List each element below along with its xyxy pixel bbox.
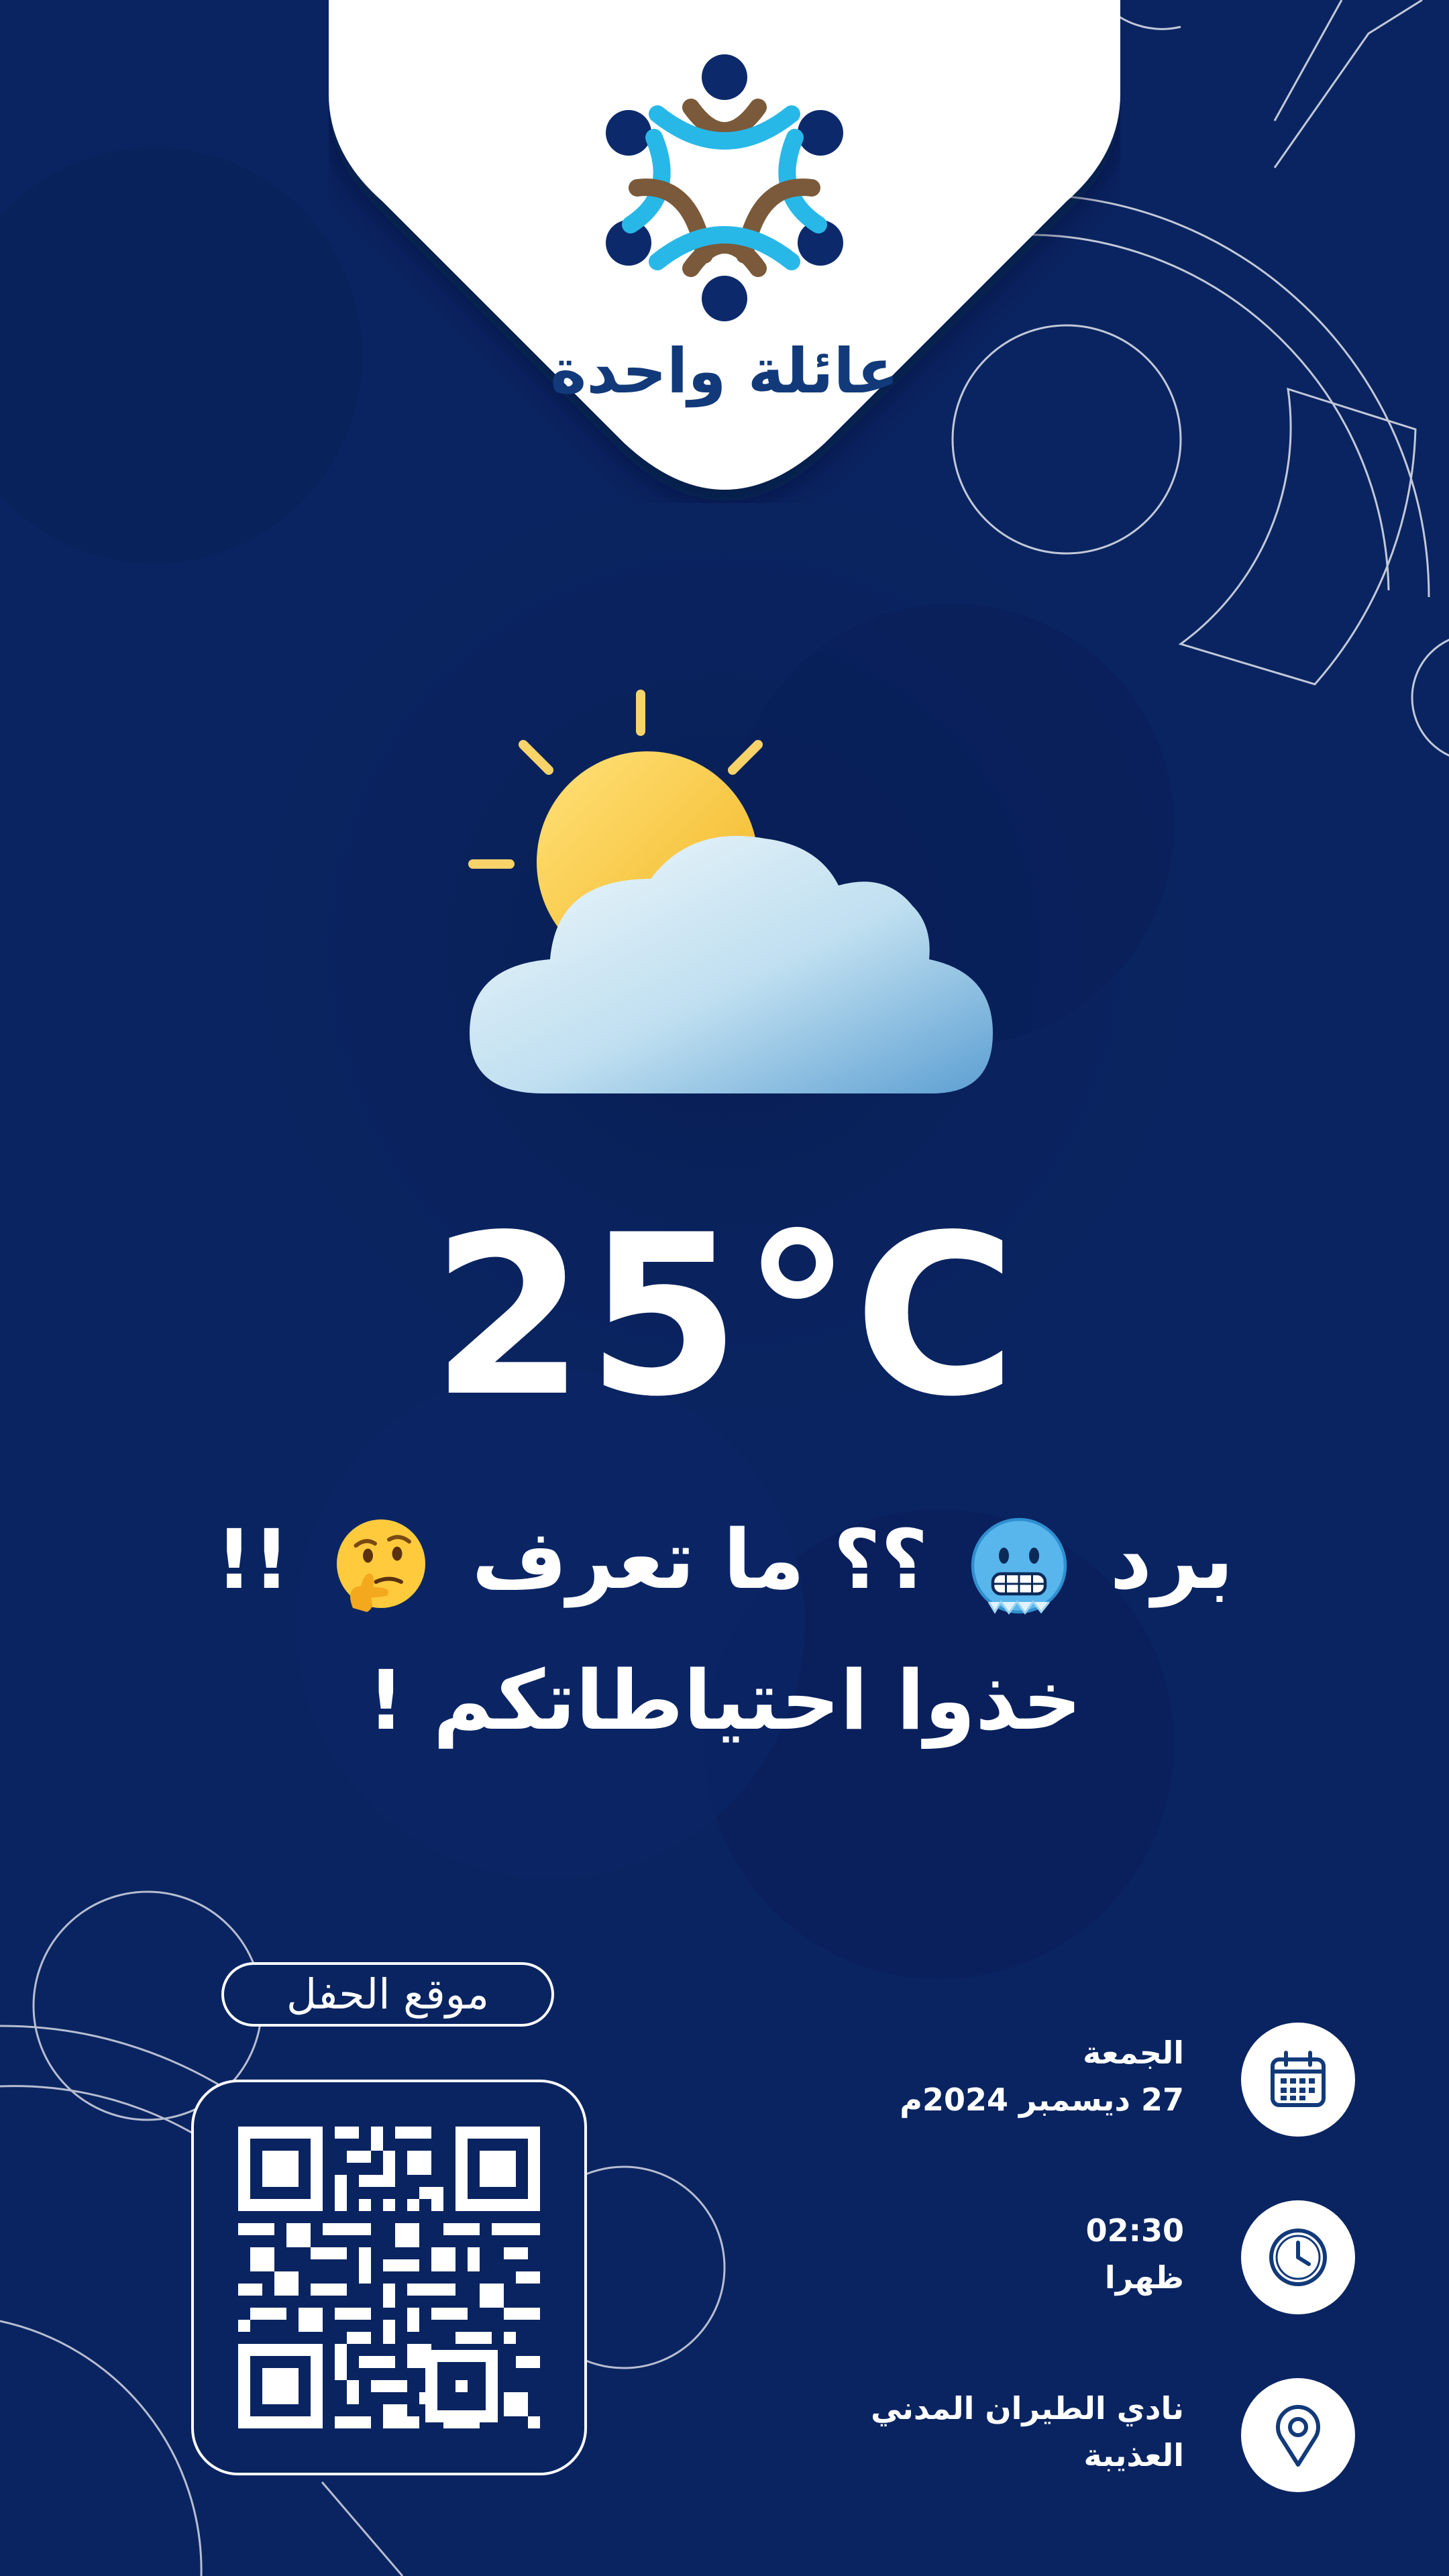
venue-icon-circle <box>1241 2378 1355 2492</box>
venue-row: نادي الطيران المدني العذيبة <box>845 2378 1355 2499</box>
time-text: 02:30 ظهرا <box>835 2207 1184 2301</box>
time-period: ظهرا <box>1104 2259 1184 2296</box>
message-question: ؟؟ ما تعرف <box>472 1512 928 1607</box>
venue-text: نادي الطيران المدني العذيبة <box>835 2385 1184 2479</box>
freezing-face-emoji <box>971 1517 1067 1615</box>
message-word-cold: برد <box>1110 1512 1234 1607</box>
time-icon-circle <box>1241 2200 1355 2314</box>
location-qr-code[interactable] <box>238 2127 540 2428</box>
venue-area: العذيبة <box>1083 2437 1184 2473</box>
sun-behind-cloud-icon <box>468 690 993 1093</box>
event-location-label: موقع الحفل <box>221 1962 554 2027</box>
thinking-face-emoji <box>336 1519 425 1612</box>
date-full: 27 ديسمبر 2024م <box>900 2082 1184 2118</box>
message-line-2: خذوا احتياطاتكم ! <box>367 1653 1082 1748</box>
temperature-readout: 25°C <box>431 1187 1018 1445</box>
location-pin-icon <box>1276 2405 1320 2467</box>
weather-message: برد ؟؟ ما تعرف !! خذوا احتياطاتكم ! <box>134 1489 1315 1771</box>
time-row: 02:30 ظهرا <box>845 2200 1355 2321</box>
calendar-icon <box>1271 2051 1326 2107</box>
date-row: الجمعة 27 ديسمبر 2024م <box>845 2023 1355 2143</box>
time-value: 02:30 <box>1085 2212 1184 2249</box>
date-icon-circle <box>1241 2023 1355 2137</box>
one-family-logo-icon <box>606 54 843 321</box>
logo-wordmark: عائلة واحدة <box>550 335 899 407</box>
venue-name: نادي الطيران المدني <box>871 2390 1184 2426</box>
clock-icon <box>1269 2229 1327 2286</box>
message-line-1: برد ؟؟ ما تعرف !! <box>134 1489 1315 1630</box>
date-text: الجمعة 27 ديسمبر 2024م <box>835 2029 1184 2123</box>
date-day: الجمعة <box>1083 2035 1184 2071</box>
message-exclaim: !! <box>215 1512 290 1607</box>
